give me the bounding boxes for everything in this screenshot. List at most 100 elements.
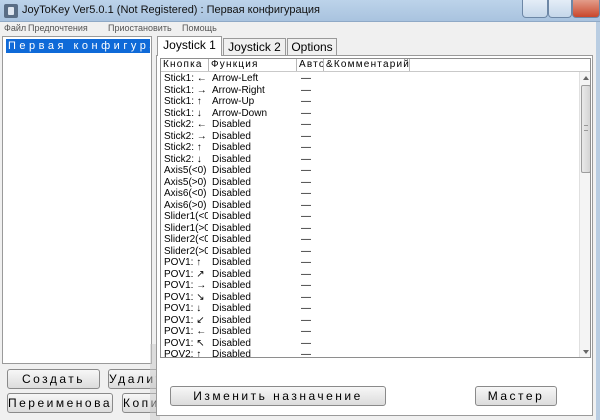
cell-auto: — bbox=[301, 188, 311, 199]
cell-button: POV1: ← bbox=[164, 326, 207, 337]
table-row[interactable]: Axis6(<0) Disabled — bbox=[161, 188, 579, 200]
cell-button: POV1: ↓ bbox=[164, 303, 202, 314]
cell-function: Disabled bbox=[212, 188, 251, 199]
scroll-up-arrow-icon[interactable] bbox=[580, 72, 590, 84]
table-row[interactable]: Stick1: ← Arrow-Left — bbox=[161, 73, 579, 85]
cell-function: Disabled bbox=[212, 349, 251, 358]
cell-auto: — bbox=[301, 257, 311, 268]
window-border-right bbox=[596, 22, 600, 420]
table-row[interactable]: Slider1(<0) Disabled — bbox=[161, 211, 579, 223]
close-button[interactable] bbox=[572, 0, 600, 18]
tab-options[interactable]: Options bbox=[287, 38, 337, 55]
table-row[interactable]: Stick1: ↑ Arrow-Up — bbox=[161, 96, 579, 108]
cell-auto: — bbox=[301, 234, 311, 245]
cell-function: Arrow-Up bbox=[212, 96, 255, 107]
cell-button: POV1: ↗ bbox=[164, 268, 205, 280]
cell-auto: — bbox=[301, 84, 311, 96]
cell-button: POV1: ↑ bbox=[164, 257, 202, 268]
assignment-grid[interactable]: Кнопка Функция Авто &Комментарий Stick1:… bbox=[160, 58, 591, 358]
table-row[interactable]: Slider1(>0) Disabled — bbox=[161, 223, 579, 235]
cell-auto: — bbox=[301, 222, 311, 234]
cell-function: Disabled bbox=[212, 314, 251, 326]
table-row[interactable]: POV1: ↑ Disabled — bbox=[161, 257, 579, 269]
cell-auto: — bbox=[301, 326, 311, 337]
table-row[interactable]: POV2: ↑ Disabled — bbox=[161, 349, 579, 358]
cell-auto: — bbox=[301, 153, 311, 165]
cell-auto: — bbox=[301, 303, 311, 314]
cell-button: Stick1: ↓ bbox=[164, 107, 202, 119]
cell-function: Disabled bbox=[212, 291, 251, 303]
table-row[interactable]: POV1: ↖ Disabled — bbox=[161, 338, 579, 350]
cell-function: Disabled bbox=[212, 165, 251, 176]
cell-function: Disabled bbox=[212, 257, 251, 268]
cell-function: Disabled bbox=[212, 199, 251, 211]
menu-preferences[interactable]: Предпочтения bbox=[28, 23, 88, 33]
cell-auto: — bbox=[301, 199, 311, 211]
cell-button: Stick1: ← bbox=[164, 73, 207, 84]
scroll-thumb[interactable] bbox=[581, 85, 590, 173]
menu-file[interactable]: Файл bbox=[4, 23, 26, 33]
cell-auto: — bbox=[301, 73, 311, 84]
menu-help[interactable]: Помощь bbox=[182, 23, 217, 33]
table-row[interactable]: Stick2: ← Disabled — bbox=[161, 119, 579, 131]
table-row[interactable]: POV1: ↘ Disabled — bbox=[161, 292, 579, 304]
cell-button: Stick2: ← bbox=[164, 119, 207, 130]
wizard-button[interactable]: Мастер bbox=[475, 386, 557, 406]
maximize-button[interactable] bbox=[548, 0, 572, 18]
table-row[interactable]: Stick1: ↓ Arrow-Down — bbox=[161, 108, 579, 120]
tab-joystick-1[interactable]: Joystick 1 bbox=[157, 36, 222, 56]
table-row[interactable]: POV1: ↗ Disabled — bbox=[161, 269, 579, 281]
menu-pause[interactable]: Приостановить bbox=[108, 23, 172, 33]
cell-button: POV1: ↖ bbox=[164, 337, 205, 349]
cell-button: Axis6(>0) bbox=[164, 199, 207, 211]
window-title: JoyToKey Ver5.0.1 (Not Registered) : Пер… bbox=[22, 4, 320, 16]
cell-function: Disabled bbox=[212, 130, 251, 142]
table-row[interactable]: Stick1: → Arrow-Right — bbox=[161, 85, 579, 97]
column-header-button[interactable]: Кнопка bbox=[161, 59, 209, 71]
cell-function: Disabled bbox=[212, 176, 251, 188]
table-row[interactable]: POV1: ← Disabled — bbox=[161, 326, 579, 338]
table-row[interactable]: Slider2(<0) Disabled — bbox=[161, 234, 579, 246]
cell-function: Arrow-Right bbox=[212, 84, 265, 96]
cell-button: Slider2(<0) bbox=[164, 234, 208, 245]
table-row[interactable]: Slider2(>0) Disabled — bbox=[161, 246, 579, 258]
table-row[interactable]: POV1: ↓ Disabled — bbox=[161, 303, 579, 315]
config-list[interactable]: Первая конфигурация bbox=[2, 36, 152, 364]
cell-auto: — bbox=[301, 314, 311, 326]
rename-button[interactable]: Переименовать bbox=[7, 393, 113, 413]
cell-auto: — bbox=[301, 176, 311, 188]
column-header-comment[interactable]: &Комментарий bbox=[324, 59, 410, 71]
cell-function: Disabled bbox=[212, 142, 251, 153]
scroll-down-arrow-icon[interactable] bbox=[580, 346, 590, 357]
cell-button: POV1: → bbox=[164, 280, 207, 291]
config-item-selected[interactable]: Первая конфигурация bbox=[6, 39, 150, 53]
cell-auto: — bbox=[301, 337, 311, 349]
minimize-button[interactable] bbox=[522, 0, 548, 18]
change-assignment-button[interactable]: Изменить назначение bbox=[170, 386, 386, 406]
cell-auto: — bbox=[301, 280, 311, 291]
table-row[interactable]: Axis5(>0) Disabled — bbox=[161, 177, 579, 189]
cell-function: Disabled bbox=[212, 234, 251, 245]
table-row[interactable]: Stick2: ↑ Disabled — bbox=[161, 142, 579, 154]
table-row[interactable]: POV1: ↙ Disabled — bbox=[161, 315, 579, 327]
column-header-auto[interactable]: Авто bbox=[297, 59, 324, 71]
cell-function: Disabled bbox=[212, 303, 251, 314]
table-row[interactable]: Axis6(>0) Disabled — bbox=[161, 200, 579, 212]
cell-function: Disabled bbox=[212, 245, 251, 257]
cell-button: POV2: ↑ bbox=[164, 349, 202, 358]
cell-button: POV1: ↙ bbox=[164, 314, 205, 326]
cell-button: Slider1(>0) bbox=[164, 222, 208, 234]
column-header-function[interactable]: Функция bbox=[209, 59, 297, 71]
table-row[interactable]: POV1: → Disabled — bbox=[161, 280, 579, 292]
cell-function: Disabled bbox=[212, 222, 251, 234]
table-row[interactable]: Axis5(<0) Disabled — bbox=[161, 165, 579, 177]
create-button[interactable]: Создать bbox=[7, 369, 100, 389]
table-row[interactable]: Stick2: → Disabled — bbox=[161, 131, 579, 143]
cell-button: POV1: ↘ bbox=[164, 291, 205, 303]
cell-auto: — bbox=[301, 211, 311, 222]
tab-joystick-2[interactable]: Joystick 2 bbox=[223, 38, 286, 55]
table-row[interactable]: Stick2: ↓ Disabled — bbox=[161, 154, 579, 166]
cell-function: Disabled bbox=[212, 268, 251, 280]
cell-auto: — bbox=[301, 142, 311, 153]
vertical-scrollbar[interactable] bbox=[579, 72, 590, 357]
